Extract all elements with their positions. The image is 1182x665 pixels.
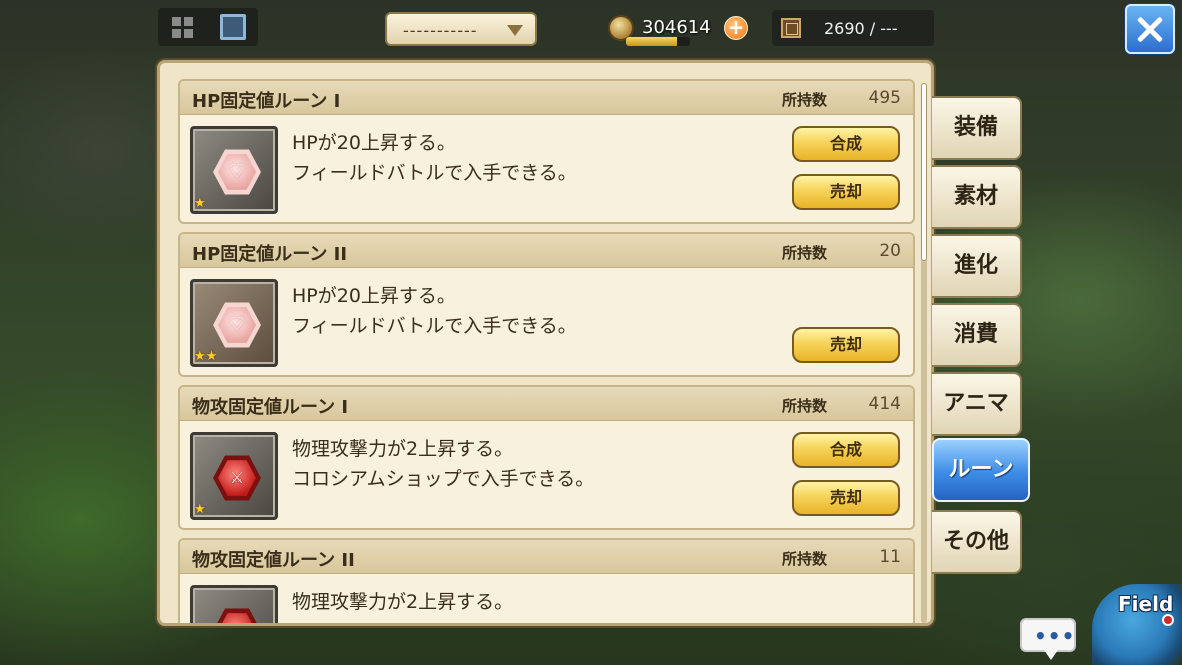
close-button[interactable] — [1125, 4, 1175, 54]
rune-name: 物攻固定値ルーン II — [192, 550, 355, 571]
rune-source-text: フィールドバトルで入手できる。 — [292, 162, 577, 184]
quantity-label: 所持数 — [782, 91, 828, 109]
rune-card: HP固定値ルーン I 所持数 495 ♡ ★ HPが20上昇する。 フィールドバ… — [178, 79, 915, 224]
gold-display: 304614 + — [606, 8, 752, 46]
sword-icon: ⚔ — [229, 468, 245, 487]
filter-dropdown[interactable]: ----------- — [385, 12, 537, 46]
tab-equipment[interactable]: 装備 — [932, 96, 1022, 160]
gold-value: 304614 — [642, 17, 711, 38]
rarity-stars: ★★ — [194, 349, 218, 364]
quantity-value: 495 — [868, 88, 901, 108]
rarity-stars: ★ — [194, 196, 206, 211]
sell-button[interactable]: 売却 — [792, 174, 900, 210]
gold-progress-bar — [626, 37, 690, 46]
tab-evolution[interactable]: 進化 — [932, 234, 1022, 298]
inventory-capacity: 2690 / --- — [772, 10, 934, 46]
rarity-stars: ★ — [194, 502, 206, 517]
combine-button[interactable]: 合成 — [792, 126, 900, 162]
tab-materials[interactable]: 素材 — [932, 165, 1022, 229]
list-view-icon[interactable] — [220, 14, 246, 40]
grid-view-icon[interactable] — [172, 17, 194, 39]
view-toggle — [158, 8, 258, 46]
quantity-value: 20 — [879, 241, 901, 261]
hp-rune-icon[interactable]: ♡ ★★ — [190, 279, 278, 367]
rune-effect-text: 物理攻撃力が2上昇する。 — [292, 438, 514, 460]
rune-effect-text: HPが20上昇する。 — [292, 285, 456, 307]
rune-source-text: コロシアムショップで入手できる。 — [292, 468, 595, 490]
rune-card: 物攻固定値ルーン II 所持数 11 物理攻撃力が2上昇する。 — [178, 538, 915, 623]
quantity-value: 414 — [868, 394, 901, 414]
rune-card-header: 物攻固定値ルーン I 所持数 414 — [180, 387, 913, 421]
add-gold-button[interactable]: + — [724, 16, 748, 40]
rune-description: 物理攻撃力が2上昇する。 コロシアムショップで入手できる。 — [292, 434, 594, 494]
rune-inventory-panel: HP固定値ルーン I 所持数 495 ♡ ★ HPが20上昇する。 フィールドバ… — [157, 60, 934, 626]
rune-card: 物攻固定値ルーン I 所持数 414 ⚔ ★ 物理攻撃力が2上昇する。 コロシア… — [178, 385, 915, 530]
heart-icon: ♡ — [228, 161, 246, 182]
tab-runes[interactable]: ルーン — [932, 438, 1030, 502]
tab-consumables[interactable]: 消費 — [932, 303, 1022, 367]
rune-source-text: フィールドバトルで入手できる。 — [292, 315, 577, 337]
scrollbar-thumb[interactable] — [921, 83, 927, 261]
rune-effect-text: HPが20上昇する。 — [292, 132, 456, 154]
chevron-down-icon — [507, 25, 523, 36]
attack-rune-icon[interactable] — [190, 585, 278, 623]
rune-name: 物攻固定値ルーン I — [192, 397, 349, 418]
ellipsis-icon: ••• — [1034, 624, 1076, 648]
rune-effect-text: 物理攻撃力が2上昇する。 — [292, 591, 514, 613]
rune-description: HPが20上昇する。 フィールドバトルで入手できる。 — [292, 281, 577, 341]
rune-card-header: HP固定値ルーン II 所持数 20 — [180, 234, 913, 268]
rune-card: HP固定値ルーン II 所持数 20 ♡ ★★ HPが20上昇する。 フィールド… — [178, 232, 915, 377]
filter-dropdown-label: ----------- — [403, 21, 478, 40]
scrollbar[interactable] — [921, 83, 927, 623]
chat-button[interactable]: ••• — [1020, 618, 1076, 660]
quantity-value: 11 — [879, 547, 901, 567]
field-label: Field — [1118, 592, 1174, 616]
storage-box-icon — [781, 18, 801, 38]
rune-name: HP固定値ルーン I — [192, 91, 341, 112]
rune-description: 物理攻撃力が2上昇する。 — [292, 587, 513, 617]
quantity-label: 所持数 — [782, 397, 828, 415]
mascot-eye-icon — [1162, 614, 1174, 626]
tab-other[interactable]: その他 — [932, 510, 1022, 574]
combine-button[interactable]: 合成 — [792, 432, 900, 468]
rune-description: HPが20上昇する。 フィールドバトルで入手できる。 — [292, 128, 577, 188]
rune-name: HP固定値ルーン II — [192, 244, 348, 265]
rune-card-header: 物攻固定値ルーン II 所持数 11 — [180, 540, 913, 574]
hp-rune-icon[interactable]: ♡ ★ — [190, 126, 278, 214]
rune-card-header: HP固定値ルーン I 所持数 495 — [180, 81, 913, 115]
attack-rune-icon[interactable]: ⚔ ★ — [190, 432, 278, 520]
quantity-label: 所持数 — [782, 550, 828, 568]
sell-button[interactable]: 売却 — [792, 480, 900, 516]
attack-gem-icon — [213, 608, 261, 623]
capacity-value: 2690 / --- — [824, 19, 898, 38]
tab-anima[interactable]: アニマ — [932, 372, 1022, 436]
heart-icon: ♡ — [228, 314, 246, 335]
quantity-label: 所持数 — [782, 244, 828, 262]
field-button[interactable]: Field — [1092, 584, 1182, 665]
sell-button[interactable]: 売却 — [792, 327, 900, 363]
